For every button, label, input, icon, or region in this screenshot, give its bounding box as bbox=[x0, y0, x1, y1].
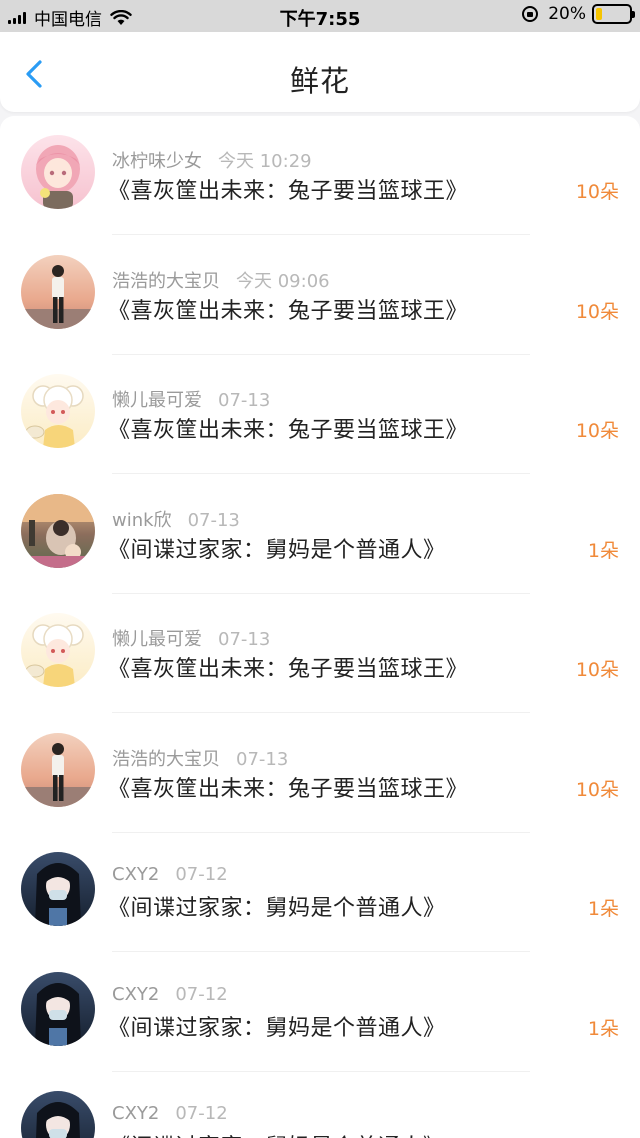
item-meta: 懒儿最可爱 07-13 bbox=[112, 386, 270, 412]
username: 浩浩的大宝贝 bbox=[112, 270, 220, 292]
work-title: 《喜灰筐出未来：兔子要当篮球王》 bbox=[108, 298, 469, 324]
avatar[interactable] bbox=[21, 374, 95, 448]
flower-record-list: 冰柠味少女 今天 10:29 《喜灰筐出未来：兔子要当篮球王》 10朵 浩浩的大宝贝 今天… bbox=[0, 116, 640, 1138]
battery-icon bbox=[592, 4, 635, 24]
flower-count: 10朵 bbox=[575, 420, 619, 442]
nav-bar: 鲜花 bbox=[0, 32, 640, 112]
page-title: 鲜花 bbox=[289, 64, 350, 98]
work-title: 《喜灰筐出未来：兔子要当篮球王》 bbox=[108, 418, 469, 443]
status-bar: 中国电信 下午7:55 20% bbox=[0, 0, 640, 32]
item-meta: CXY2 07-12 bbox=[112, 1103, 228, 1124]
item-meta: wink欣 07-13 bbox=[112, 506, 240, 532]
username: CXY2 bbox=[112, 1103, 160, 1124]
avatar[interactable] bbox=[21, 732, 95, 807]
timestamp: 07-13 bbox=[218, 629, 271, 650]
avatar[interactable] bbox=[21, 613, 95, 687]
rotation-lock-icon bbox=[522, 6, 539, 22]
flower-count: 10朵 bbox=[575, 181, 619, 203]
item-meta: 浩浩的大宝贝 今天 09:06 bbox=[112, 267, 330, 293]
username: 懒儿最可爱 bbox=[112, 629, 202, 650]
list-item[interactable]: CXY2 07-12 《间谍过家家：舅妈是个普通人》 1朵 bbox=[0, 953, 640, 1072]
flower-count: 1朵 bbox=[587, 1017, 619, 1040]
list-item[interactable]: 懒儿最可爱 07-13 《喜灰筐出未来：兔子要当篮球王》 10朵 bbox=[0, 355, 640, 474]
timestamp: 今天 10:29 bbox=[218, 151, 312, 172]
timestamp: 07-12 bbox=[175, 1103, 228, 1124]
username: CXY2 bbox=[112, 983, 160, 1005]
avatar[interactable] bbox=[21, 852, 95, 926]
avatar[interactable] bbox=[21, 971, 95, 1046]
list-item[interactable]: CXY2 07-12 《间谍过家家：舅妈是个普通人》 1朵 bbox=[0, 833, 640, 952]
work-title: 《间谍过家家：舅妈是个普通人》 bbox=[108, 1129, 446, 1138]
status-right: 20% bbox=[522, 4, 635, 24]
work-title: 《间谍过家家：舅妈是个普通人》 bbox=[108, 537, 446, 563]
username: 懒儿最可爱 bbox=[112, 390, 202, 411]
flower-count: 1朵 bbox=[588, 1133, 619, 1138]
flower-count: 10朵 bbox=[575, 778, 619, 801]
flower-count: 1朵 bbox=[587, 539, 619, 562]
item-meta: 懒儿最可爱 07-13 bbox=[112, 625, 270, 651]
timestamp: 今天 09:06 bbox=[236, 270, 330, 292]
work-title: 《喜灰筐出未来：兔子要当篮球王》 bbox=[108, 657, 469, 682]
timestamp: 07-13 bbox=[218, 390, 271, 411]
avatar[interactable] bbox=[21, 493, 95, 568]
item-meta: CXY2 07-12 bbox=[112, 864, 228, 885]
avatar[interactable] bbox=[21, 135, 95, 209]
list-item[interactable]: 浩浩的大宝贝 07-13 《喜灰筐出未来：兔子要当篮球王》 10朵 bbox=[0, 714, 640, 833]
flower-count: 10朵 bbox=[575, 659, 619, 681]
timestamp: 07-13 bbox=[187, 509, 240, 531]
list-item[interactable]: 冰柠味少女 今天 10:29 《喜灰筐出未来：兔子要当篮球王》 10朵 bbox=[0, 116, 640, 235]
flower-count: 1朵 bbox=[587, 898, 619, 920]
item-meta: CXY2 07-12 bbox=[112, 984, 228, 1005]
avatar[interactable] bbox=[21, 1091, 95, 1138]
list-item[interactable]: 浩浩的大宝贝 今天 09:06 《喜灰筐出未来：兔子要当篮球王》 10朵 bbox=[0, 236, 640, 355]
flower-count: 10朵 bbox=[575, 300, 619, 323]
avatar[interactable] bbox=[21, 254, 95, 329]
work-title: 《喜灰筐出未来：兔子要当篮球王》 bbox=[108, 776, 469, 802]
item-meta: 浩浩的大宝贝 07-13 bbox=[112, 745, 288, 771]
work-title: 《喜灰筐出未来：兔子要当篮球王》 bbox=[108, 179, 469, 204]
username: 浩浩的大宝贝 bbox=[112, 748, 220, 770]
list-item[interactable]: 懒儿最可爱 07-13 《喜灰筐出未来：兔子要当篮球王》 10朵 bbox=[0, 594, 640, 713]
battery-percent: 20% bbox=[548, 4, 586, 24]
timestamp: 07-13 bbox=[236, 748, 289, 770]
timestamp: 07-12 bbox=[175, 864, 228, 885]
username: CXY2 bbox=[112, 864, 160, 885]
timestamp: 07-12 bbox=[175, 983, 228, 1005]
item-meta: 冰柠味少女 今天 10:29 bbox=[112, 147, 312, 173]
username: 冰柠味少女 bbox=[112, 151, 202, 172]
work-title: 《间谍过家家：舅妈是个普通人》 bbox=[108, 1015, 446, 1041]
list-item[interactable]: wink欣 07-13 《间谍过家家：舅妈是个普通人》 1朵 bbox=[0, 475, 640, 594]
work-title: 《间谍过家家：舅妈是个普通人》 bbox=[108, 896, 446, 921]
username: wink欣 bbox=[112, 509, 172, 531]
list-item[interactable]: CXY2 07-12 《间谍过家家：舅妈是个普通人》 1朵 bbox=[0, 1072, 640, 1138]
